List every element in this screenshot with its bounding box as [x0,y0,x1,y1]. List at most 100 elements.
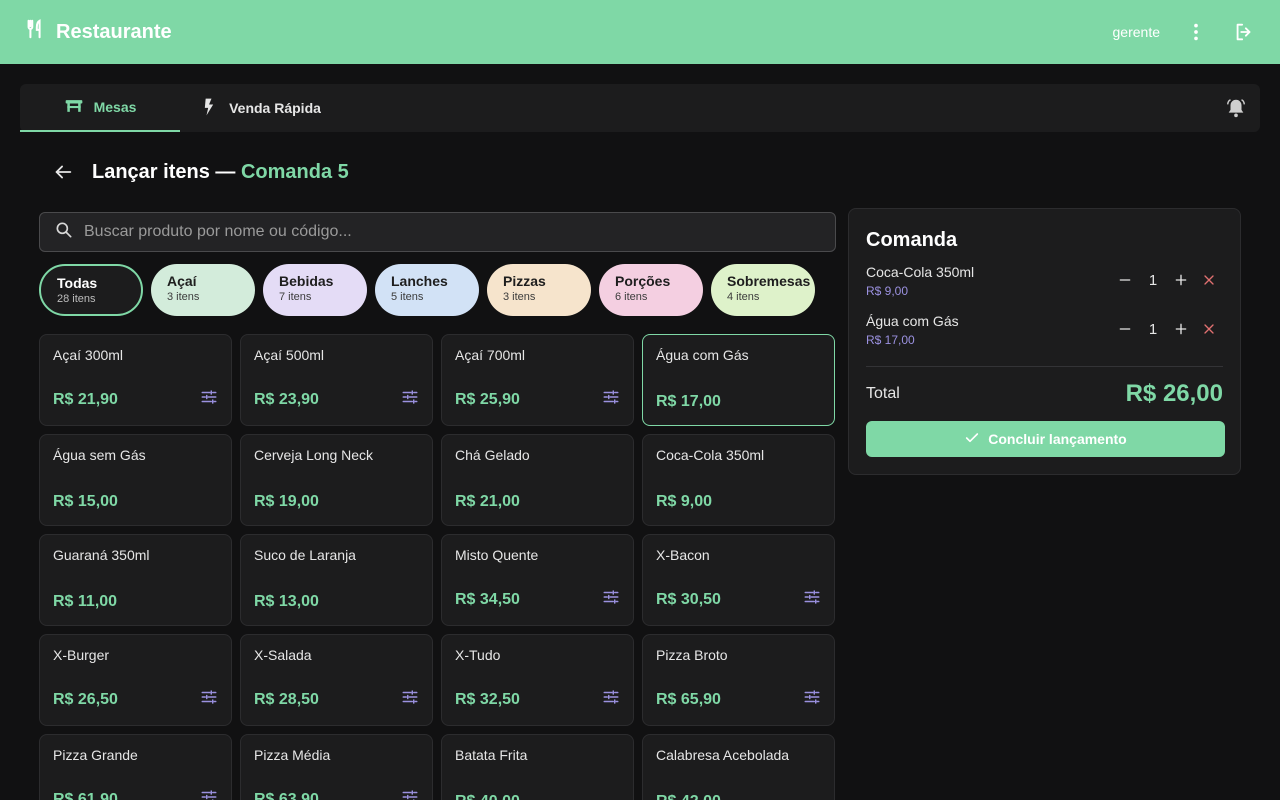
category-name: Pizzas [503,273,546,289]
comanda-name: Comanda 5 [240,160,349,183]
product-card[interactable]: Chá Gelado R$ 21,00 [441,434,634,526]
product-card[interactable]: Açaí 700ml R$ 25,90 [441,334,634,426]
plus-icon[interactable] [1167,270,1195,290]
product-price: R$ 42,00 [656,793,721,800]
product-card[interactable]: X-Salada R$ 28,50 [240,634,433,726]
options-tune-icon[interactable] [200,688,218,706]
category-chip[interactable]: Lanches 5 itens [375,264,479,316]
remove-x-icon[interactable] [1195,319,1223,339]
category-name: Porções [615,273,671,289]
search-input[interactable] [84,223,784,241]
product-card[interactable]: Batata Frita R$ 40,00 [441,734,634,800]
product-card[interactable]: Misto Quente R$ 34,50 [441,534,634,626]
product-name: Pizza Broto [656,647,728,663]
product-card[interactable]: Coca-Cola 350ml R$ 9,00 [642,434,835,526]
app-title: Restaurante [56,20,172,43]
options-tune-icon[interactable] [200,388,218,406]
product-name: Cerveja Long Neck [254,447,374,463]
comanda-item: Água com Gás R$ 17,00 1 [866,313,1223,362]
product-price: R$ 34,50 [455,591,520,608]
product-name: Suco de Laranja [254,547,356,563]
product-card[interactable]: Açaí 300ml R$ 21,90 [39,334,232,426]
comanda-item: Coca-Cola 350ml R$ 9,00 1 [866,264,1223,313]
finish-label: Concluir lançamento [988,431,1127,447]
category-chip[interactable]: Todas 28 itens [39,264,143,316]
minus-icon[interactable] [1111,319,1139,339]
tab-mesas[interactable]: Mesas [20,84,180,132]
plus-icon[interactable] [1167,319,1195,339]
product-name: Misto Quente [455,547,539,563]
category-count: 5 itens [391,291,424,303]
product-card[interactable]: Guaraná 350ml R$ 11,00 [39,534,232,626]
page-header: Lançar itens — Comanda 5 [50,158,349,186]
tab-label: Mesas [93,99,137,115]
category-count: 6 itens [615,291,648,303]
product-card[interactable]: Pizza Grande R$ 61,90 [39,734,232,800]
product-price: R$ 21,90 [53,391,118,408]
item-quantity: 1 [1148,271,1158,289]
product-price: R$ 21,00 [455,493,520,510]
product-card[interactable]: Água com Gás R$ 17,00 [642,334,835,426]
product-name: Coca-Cola 350ml [656,447,765,463]
notification-bell-icon[interactable] [1212,84,1260,132]
product-price: R$ 26,50 [53,691,118,708]
comanda-title: Comanda [866,229,958,251]
product-name: X-Burger [53,647,110,663]
category-chip[interactable]: Bebidas 7 itens [263,264,367,316]
back-arrow-icon[interactable] [50,159,76,185]
product-name: Açaí 700ml [455,347,526,363]
bolt-icon [199,97,219,120]
user-name[interactable]: gerente [1113,24,1160,40]
total-value: R$ 26,00 [1125,380,1223,407]
tab-venda-rapida[interactable]: Venda Rápida [180,84,340,132]
options-tune-icon[interactable] [602,388,620,406]
options-tune-icon[interactable] [200,788,218,800]
product-name: Pizza Grande [53,747,138,763]
product-price: R$ 17,00 [656,393,721,410]
product-price: R$ 19,00 [254,493,319,510]
category-name: Açaí [167,273,197,289]
product-name: Água com Gás [656,347,749,363]
options-tune-icon[interactable] [803,588,821,606]
remove-x-icon[interactable] [1195,270,1223,290]
options-tune-icon[interactable] [602,688,620,706]
tab-label: Venda Rápida [229,100,321,116]
options-tune-icon[interactable] [401,688,419,706]
category-count: 3 itens [503,291,536,303]
product-price: R$ 65,90 [656,691,721,708]
category-chip[interactable]: Pizzas 3 itens [487,264,591,316]
minus-icon[interactable] [1111,270,1139,290]
category-chip[interactable]: Porções 6 itens [599,264,703,316]
product-card[interactable]: Açaí 500ml R$ 23,90 [240,334,433,426]
more-vert-icon[interactable] [1184,20,1208,44]
category-name: Todas [57,275,98,291]
page-title: Lançar itens — Comanda 5 [92,160,349,183]
options-tune-icon[interactable] [803,688,821,706]
product-price: R$ 23,90 [254,391,319,408]
product-name: X-Tudo [455,647,501,663]
logout-icon[interactable] [1232,20,1256,44]
category-count: 4 itens [727,291,760,303]
product-card[interactable]: X-Tudo R$ 32,50 [441,634,634,726]
product-price: R$ 28,50 [254,691,319,708]
total-row: Total R$ 26,00 [866,367,1223,421]
app-header: Restaurante gerente [0,0,1280,64]
product-card[interactable]: X-Bacon R$ 30,50 [642,534,835,626]
finish-button[interactable]: Concluir lançamento [866,421,1225,457]
product-card[interactable]: Suco de Laranja R$ 13,00 [240,534,433,626]
options-tune-icon[interactable] [602,588,620,606]
search-icon [54,220,74,245]
category-chip[interactable]: Sobremesas 4 itens [711,264,815,316]
product-card[interactable]: Água sem Gás R$ 15,00 [39,434,232,526]
category-count: 3 itens [167,291,200,303]
category-chip[interactable]: Açaí 3 itens [151,264,255,316]
options-tune-icon[interactable] [401,388,419,406]
product-name: X-Salada [254,647,312,663]
product-price: R$ 32,50 [455,691,520,708]
product-card[interactable]: Pizza Média R$ 63,90 [240,734,433,800]
product-card[interactable]: Calabresa Acebolada R$ 42,00 [642,734,835,800]
product-card[interactable]: X-Burger R$ 26,50 [39,634,232,726]
product-card[interactable]: Pizza Broto R$ 65,90 [642,634,835,726]
options-tune-icon[interactable] [401,788,419,800]
product-card[interactable]: Cerveja Long Neck R$ 19,00 [240,434,433,526]
